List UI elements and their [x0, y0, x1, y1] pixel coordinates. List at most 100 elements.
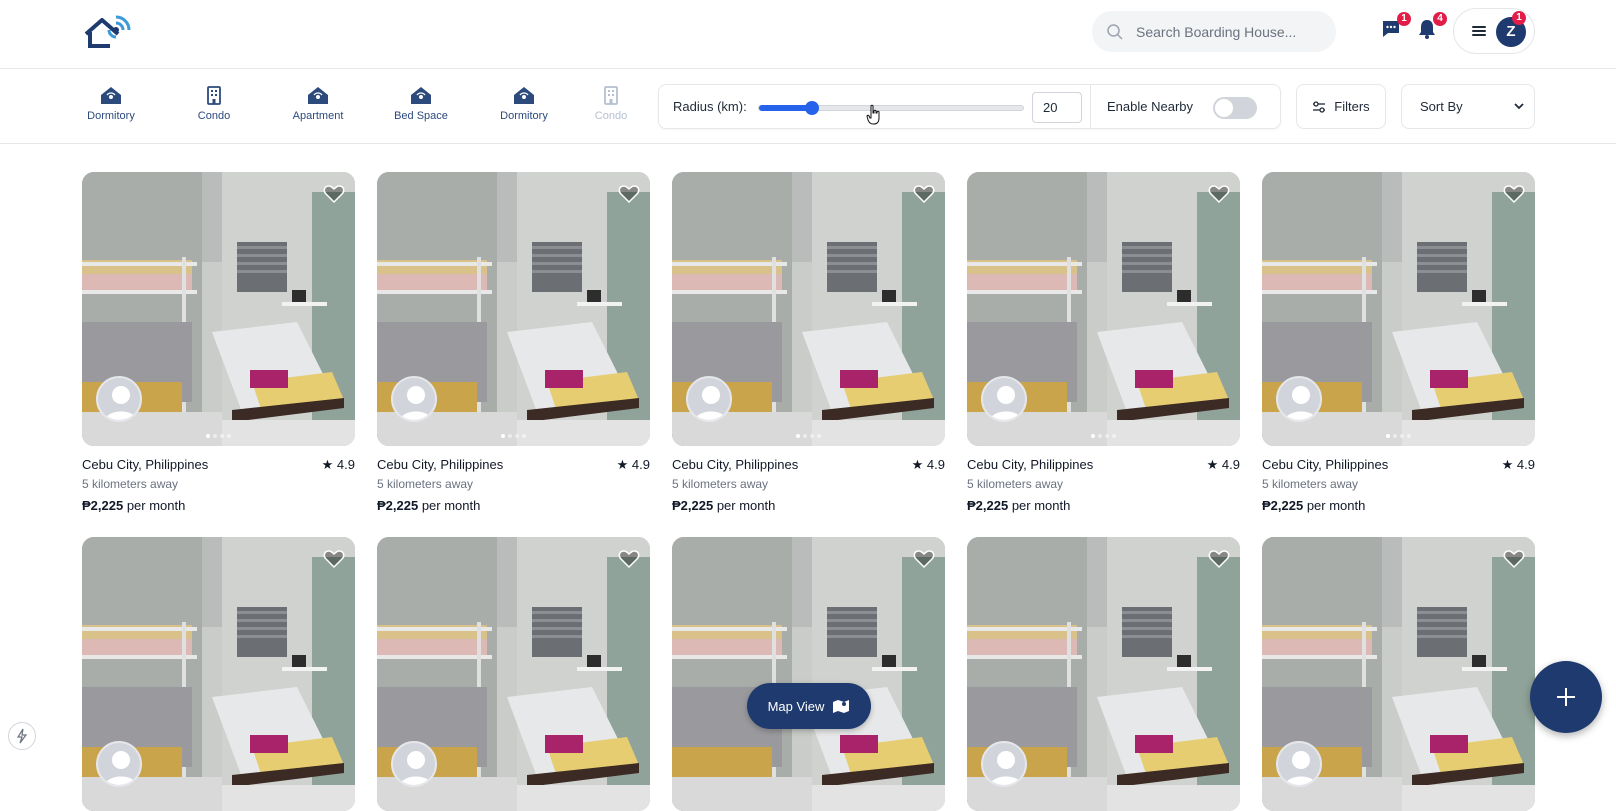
listing-photo[interactable]	[377, 537, 650, 811]
price-amount: ₱2,225	[967, 498, 1009, 513]
heart-icon[interactable]	[323, 549, 345, 569]
building-icon	[604, 86, 618, 105]
category-dormitory-2[interactable]: Dormitory	[479, 84, 569, 122]
category-label: Apartment	[292, 110, 344, 122]
listing-photo[interactable]	[82, 537, 355, 811]
listing-photo[interactable]	[967, 537, 1240, 811]
carousel-dots	[501, 434, 526, 438]
house-signal-icon	[514, 87, 534, 104]
house-signal-icon	[411, 87, 431, 104]
rating-value: 4.9	[1516, 457, 1535, 472]
category-apartment[interactable]: Apartment	[273, 84, 363, 122]
radius-slider[interactable]	[758, 101, 1024, 115]
filters-label: Filters	[1334, 99, 1370, 114]
add-listing-button[interactable]	[1530, 661, 1602, 733]
building-icon	[207, 86, 221, 105]
listing-location: Cebu City, Philippines	[672, 457, 799, 472]
category-condo[interactable]: Condo	[169, 84, 259, 122]
price-unit: per month	[421, 498, 481, 513]
listing-photo[interactable]	[1262, 172, 1535, 446]
listing-photo[interactable]	[672, 172, 945, 446]
rating-value: 4.9	[336, 457, 355, 472]
listing-price: ₱2,225 per month	[672, 498, 775, 513]
chevron-down-icon	[1514, 103, 1524, 110]
listing-rating: ★ 4.9	[911, 457, 945, 472]
host-avatar	[981, 741, 1027, 787]
search-icon	[1107, 23, 1123, 40]
category-bed-space[interactable]: Bed Space	[376, 84, 466, 122]
house-signal-icon	[308, 87, 328, 104]
listing-rating: ★ 4.9	[321, 457, 355, 472]
map-view-label: Map View	[767, 698, 825, 714]
radius-slider-thumb[interactable]	[804, 101, 819, 115]
listing-location: Cebu City, Philippines	[377, 457, 504, 472]
category-label: Condo	[594, 110, 628, 122]
heart-icon[interactable]	[618, 184, 640, 204]
price-amount: ₱2,225	[82, 498, 124, 513]
listing-photo[interactable]	[967, 172, 1240, 446]
hamburger-icon	[1472, 24, 1486, 38]
price-unit: per month	[1306, 498, 1366, 513]
host-avatar	[96, 741, 142, 787]
notifications-badge: 4	[1433, 12, 1447, 26]
listing-price: ₱2,225 per month	[82, 498, 185, 513]
notifications-button[interactable]: 4	[1416, 12, 1447, 42]
radius-label: Radius (km):	[673, 99, 747, 114]
filters-button[interactable]: Filters	[1296, 84, 1386, 129]
enable-nearby-toggle[interactable]	[1213, 97, 1257, 119]
profile-menu-button[interactable]: Z 1	[1453, 8, 1535, 54]
map-icon	[833, 700, 850, 713]
carousel-dots	[206, 434, 231, 438]
listing-rating: ★ 4.9	[616, 457, 650, 472]
search-input[interactable]	[1136, 23, 1326, 40]
price-amount: ₱2,225	[377, 498, 419, 513]
category-condo-2[interactable]: Condo	[581, 84, 641, 122]
listing-distance: 5 kilometers away	[967, 477, 1064, 491]
rating-value: 4.9	[926, 457, 945, 472]
divider	[1090, 85, 1091, 128]
listing-location: Cebu City, Philippines	[82, 457, 209, 472]
enable-nearby-label: Enable Nearby	[1107, 99, 1193, 114]
heart-icon[interactable]	[618, 549, 640, 569]
dev-tools-button[interactable]	[8, 722, 36, 750]
map-view-button[interactable]: Map View	[747, 683, 871, 729]
heart-icon[interactable]	[1208, 184, 1230, 204]
host-avatar	[96, 376, 142, 422]
listing-location: Cebu City, Philippines	[967, 457, 1094, 472]
listing-rating: ★ 4.9	[1501, 457, 1535, 472]
host-avatar	[686, 376, 732, 422]
listing-photo[interactable]	[672, 537, 945, 811]
category-label: Bed Space	[394, 110, 448, 122]
search-bar[interactable]	[1092, 11, 1336, 52]
listing-photo[interactable]	[377, 172, 650, 446]
category-dormitory[interactable]: Dormitory	[66, 84, 156, 122]
heart-icon[interactable]	[1503, 549, 1525, 569]
price-amount: ₱2,225	[1262, 498, 1304, 513]
logo-icon[interactable]	[82, 14, 134, 50]
radius-slider-fill	[759, 105, 812, 111]
menu-badge: 1	[1512, 11, 1526, 25]
listing-distance: 5 kilometers away	[377, 477, 474, 491]
listing-photo[interactable]	[82, 172, 355, 446]
sort-by-label: Sort By	[1420, 99, 1463, 114]
price-unit: per month	[1011, 498, 1071, 513]
listing-photo[interactable]	[1262, 537, 1535, 811]
listing-price: ₱2,225 per month	[1262, 498, 1365, 513]
house-signal-icon	[101, 87, 121, 104]
cursor-hand-icon	[866, 104, 880, 125]
heart-icon[interactable]	[913, 549, 935, 569]
listing-price: ₱2,225 per month	[967, 498, 1070, 513]
heart-icon[interactable]	[913, 184, 935, 204]
heart-icon[interactable]	[1208, 549, 1230, 569]
messages-button[interactable]: 1	[1380, 12, 1411, 42]
listing-distance: 5 kilometers away	[82, 477, 179, 491]
carousel-dots	[1386, 434, 1411, 438]
radius-input[interactable]	[1032, 92, 1082, 123]
heart-icon[interactable]	[1503, 184, 1525, 204]
carousel-dots	[1091, 434, 1116, 438]
room-photo	[672, 537, 945, 811]
radius-filter-panel: Radius (km): Enable Nearby	[658, 84, 1281, 129]
rating-value: 4.9	[1221, 457, 1240, 472]
sort-by-select[interactable]: Sort By	[1401, 84, 1535, 129]
heart-icon[interactable]	[323, 184, 345, 204]
